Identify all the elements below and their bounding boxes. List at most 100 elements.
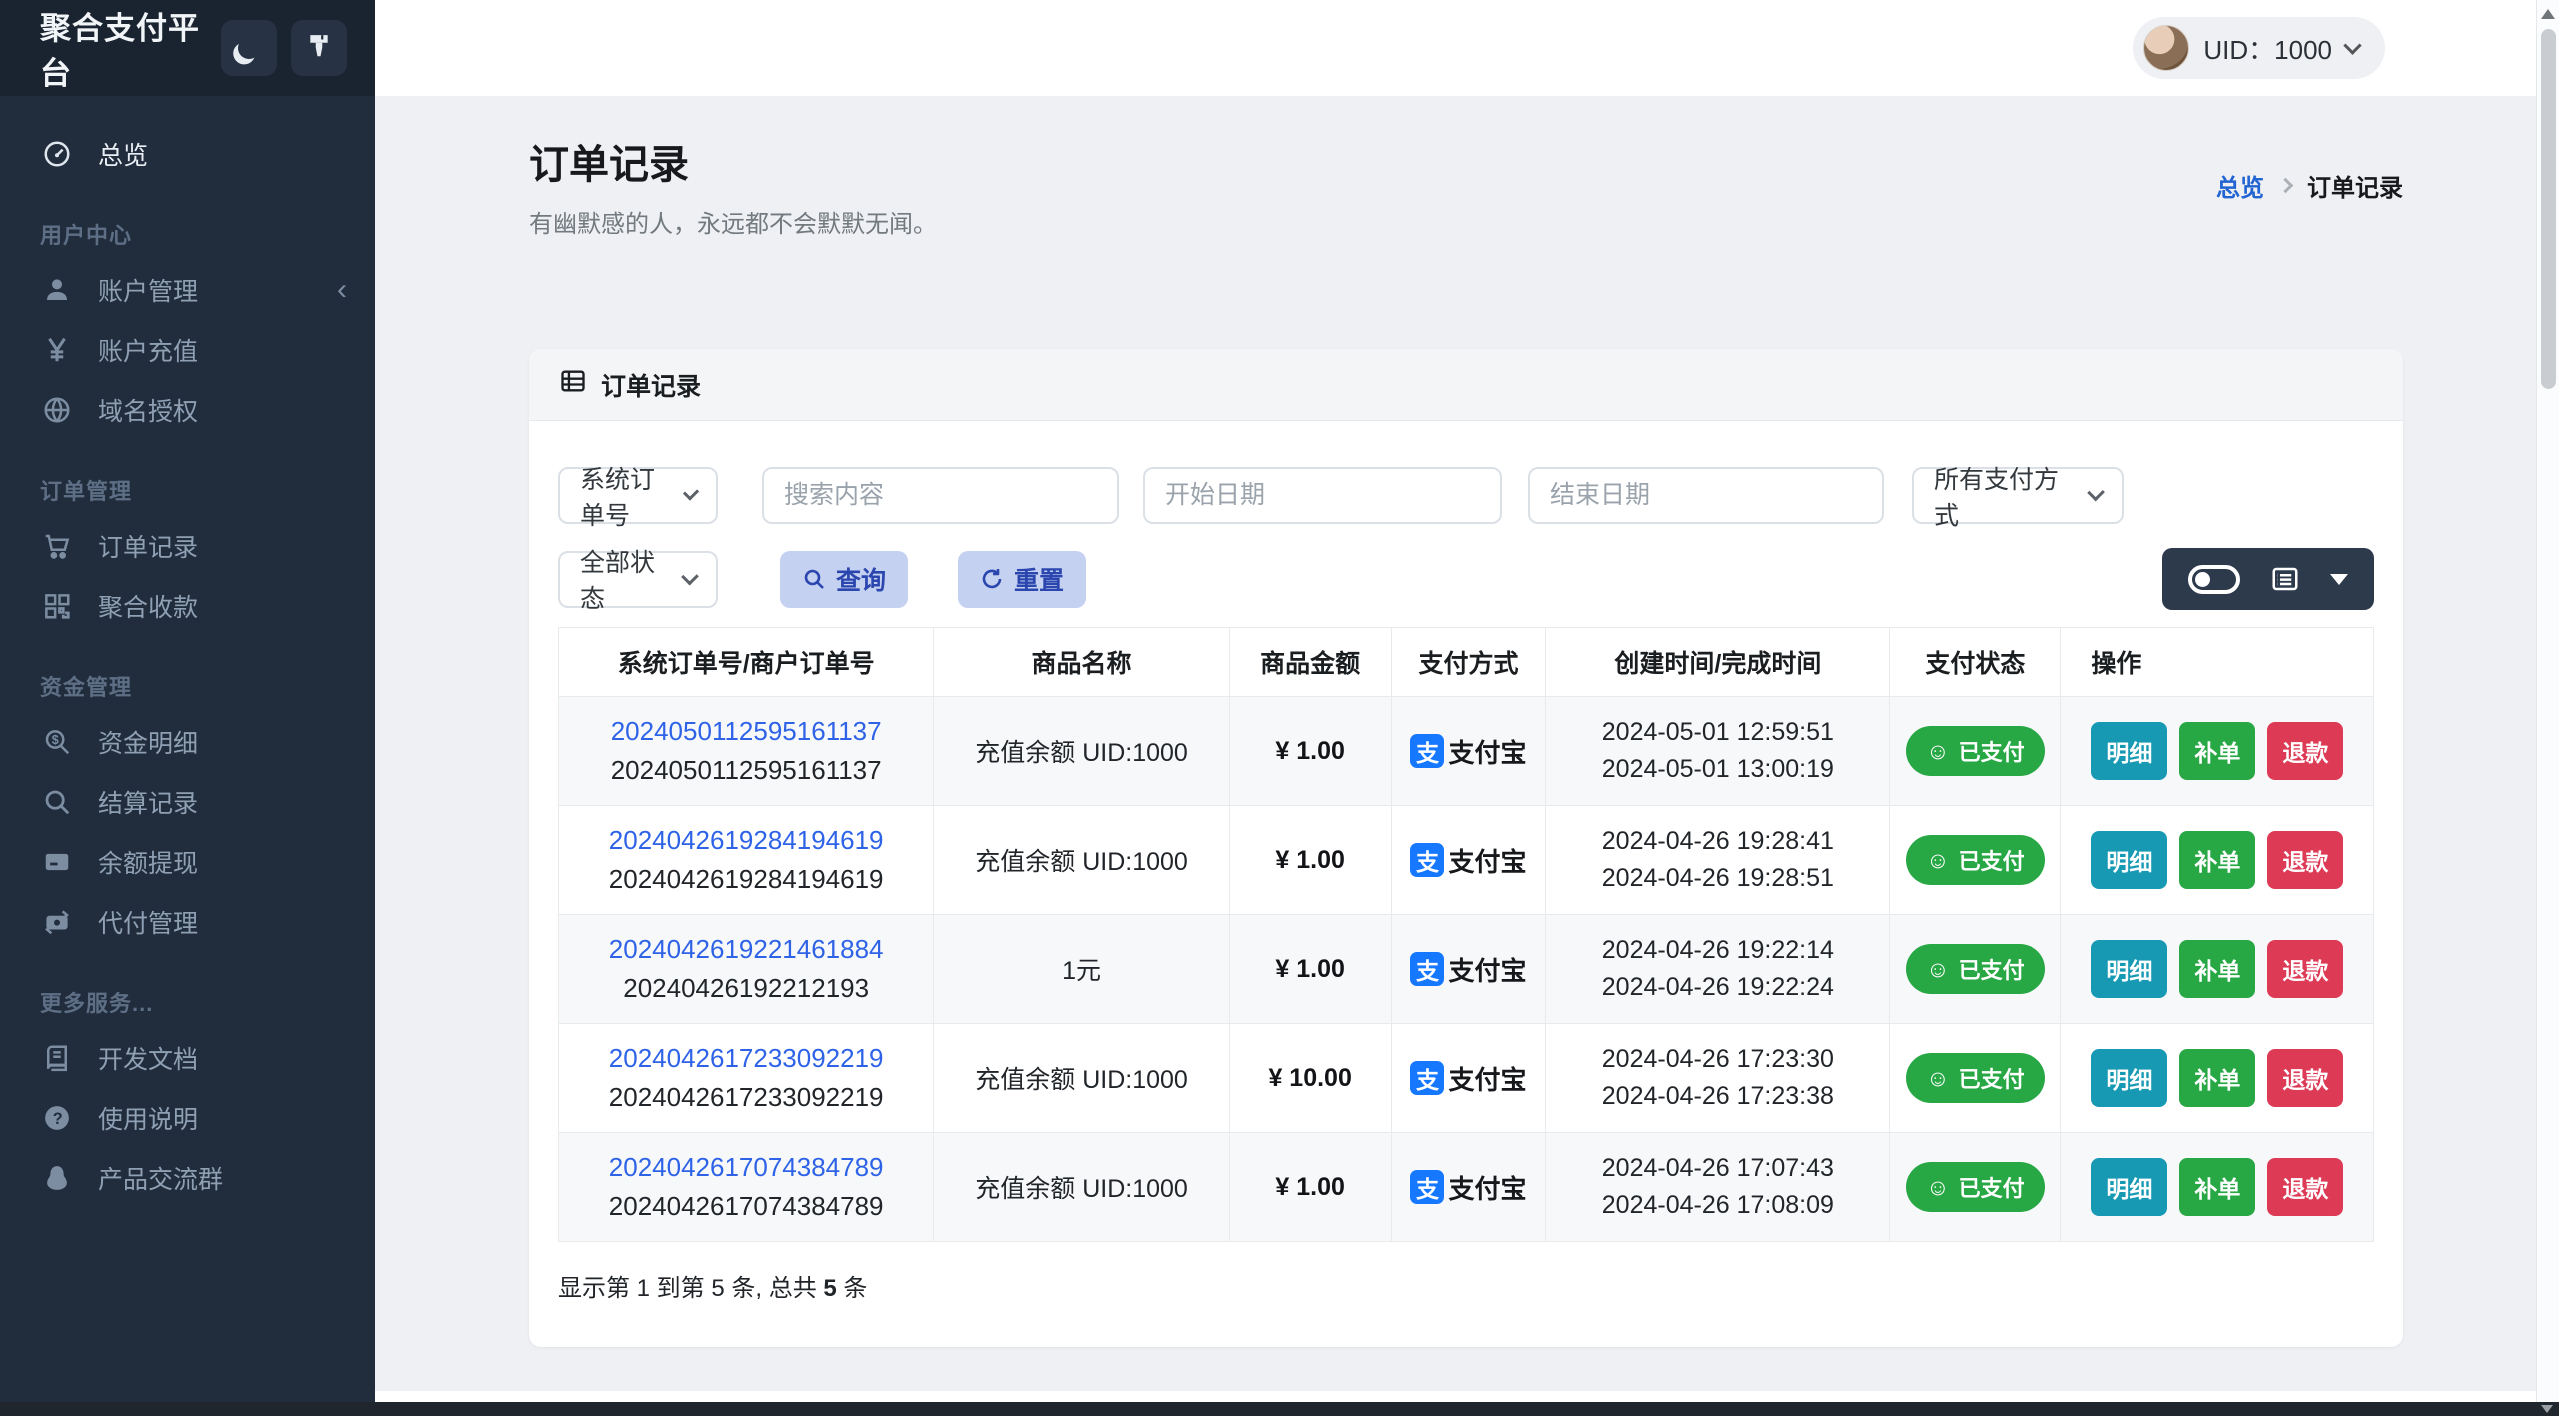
table-row: 2024042617074384789 2024042617074384789 … — [557, 1132, 2374, 1242]
finished-time: 2024-04-26 19:22:24 — [1601, 973, 1834, 1001]
status-badge: ☺ 已支付 — [1906, 835, 2045, 885]
system-order-link[interactable]: 2024050112595161137 — [559, 716, 933, 747]
sidebar-item-账户充值[interactable]: 账户充值 — [0, 320, 375, 380]
action-button-补单[interactable]: 补单 — [2179, 722, 2256, 780]
pay-method-label: 支付宝 — [1448, 955, 1527, 986]
page-subtitle: 有幽默感的人，永远都不会默默无闻。 — [529, 211, 937, 238]
sidebar-item-账户管理[interactable]: 账户管理 ‹ — [0, 260, 375, 320]
action-button-明细[interactable]: 明细 — [2091, 1158, 2168, 1216]
dark-mode-button[interactable] — [221, 20, 277, 76]
user-menu[interactable]: UID：1000 — [2133, 17, 2385, 79]
action-button-补单[interactable]: 补单 — [2179, 940, 2256, 998]
sidebar-nav: 总览 用户中心 账户管理 ‹ 账户充值 域名授权 订单管理 订单记录 聚合收款 资金管理 $ 资金明细… — [0, 96, 375, 1208]
action-button-退款[interactable]: 退款 — [2267, 831, 2344, 889]
caret-down-icon — [2330, 573, 2348, 585]
column-header: 支付状态 — [1889, 627, 2062, 697]
order-records-card: 订单记录 系统订单号 所有支付方式 全部状态 — [529, 349, 2403, 1347]
pay-method-label: 支付宝 — [1448, 1173, 1527, 1204]
action-button-补单[interactable]: 补单 — [2179, 831, 2256, 889]
sidebar-item-结算记录[interactable]: 结算记录 — [0, 772, 375, 832]
system-order-link[interactable]: 2024042619221461884 — [559, 934, 933, 965]
search-icon — [42, 787, 72, 817]
search-icon — [804, 569, 824, 589]
system-order-link[interactable]: 2024042617074384789 — [559, 1152, 933, 1183]
table-row: 2024042619284194619 2024042619284194619 … — [557, 805, 2374, 915]
breadcrumb-current: 订单记录 — [2307, 175, 2403, 202]
sidebar-item-代付管理[interactable]: 代付管理 — [0, 892, 375, 952]
toggle-icon[interactable] — [2188, 564, 2240, 594]
status-label: 已支付 — [1958, 1067, 2025, 1092]
sidebar-item-域名授权[interactable]: 域名授权 — [0, 380, 375, 440]
pay-method-select[interactable]: 所有支付方式 — [1912, 466, 2124, 530]
payout-icon — [42, 907, 72, 937]
action-button-补单[interactable]: 补单 — [2179, 1158, 2256, 1216]
action-button-退款[interactable]: 退款 — [2267, 1049, 2344, 1107]
uid-label: UID：1000 — [2203, 34, 2332, 65]
chevron-down-icon — [681, 567, 699, 586]
chevron-left-icon: ‹ — [337, 273, 347, 306]
sidebar-item-label: 使用说明 — [98, 1106, 199, 1134]
alipay-icon: 支 — [1410, 734, 1445, 768]
sidebar-item-余额提现[interactable]: 余额提现 — [0, 832, 375, 892]
system-order-link[interactable]: 2024042619284194619 — [559, 825, 933, 856]
scrollbar-thumb[interactable] — [2540, 29, 2556, 389]
product-name: 充值余额 UID:1000 — [933, 1132, 1230, 1242]
system-order-link[interactable]: 2024042617233092219 — [559, 1043, 933, 1074]
list-icon[interactable] — [2270, 564, 2300, 594]
theme-brush-button[interactable] — [291, 20, 347, 76]
sidebar-item-产品交流群[interactable]: 产品交流群 — [0, 1148, 375, 1208]
action-button-退款[interactable]: 退款 — [2267, 940, 2344, 998]
horizontal-scrollbar[interactable] — [0, 1402, 2559, 1416]
sidebar-item-开发文档[interactable]: 开发文档 — [0, 1028, 375, 1088]
brand-title: 聚合支付平台 — [40, 11, 200, 91]
sidebar-item-资金明细[interactable]: $ 资金明细 — [0, 712, 375, 772]
end-date-input[interactable] — [1528, 467, 1884, 524]
qr-icon — [42, 591, 72, 621]
alipay-icon: 支 — [1410, 1170, 1445, 1204]
sidebar: 聚合支付平台 总览 用户中心 账户管理 ‹ 账户充值 域名授权 订单管理 订单记录 聚合收款 资金… — [0, 0, 375, 1416]
query-button[interactable]: 查询 — [780, 550, 909, 608]
action-button-明细[interactable]: 明细 — [2091, 831, 2168, 889]
cart-icon — [42, 531, 72, 561]
alipay-icon: 支 — [1410, 1061, 1445, 1095]
chevron-down-icon — [2086, 483, 2105, 502]
fund-search-icon: $ — [42, 727, 72, 757]
actions-cell: 明细 补单 退款 — [2060, 914, 2374, 1024]
sidebar-item-label: 订单记录 — [98, 534, 199, 562]
avatar — [2143, 25, 2190, 71]
action-button-明细[interactable]: 明细 — [2091, 1049, 2168, 1107]
reset-button[interactable]: 重置 — [958, 550, 1087, 608]
start-date-input[interactable] — [1143, 467, 1502, 524]
column-header: 操作 — [2060, 627, 2374, 697]
sidebar-item-订单记录[interactable]: 订单记录 — [0, 516, 375, 576]
sidebar-item-label: 总览 — [98, 142, 149, 170]
action-button-补单[interactable]: 补单 — [2179, 1049, 2256, 1107]
table-view-controls[interactable] — [2162, 548, 2374, 610]
status-badge: ☺ 已支付 — [1906, 1053, 2045, 1103]
merchant-order-no: 2024050112595161137 — [610, 755, 882, 785]
sidebar-item-使用说明[interactable]: ? 使用说明 — [0, 1088, 375, 1148]
sidebar-item-聚合收款[interactable]: 聚合收款 — [0, 576, 375, 636]
svg-text:$: $ — [52, 733, 59, 747]
sidebar-item-总览[interactable]: 总览 — [0, 124, 375, 184]
scroll-down-icon[interactable] — [2541, 1405, 2553, 1413]
action-button-明细[interactable]: 明细 — [2091, 722, 2168, 780]
search-input[interactable] — [762, 467, 1119, 524]
alipay-icon: 支 — [1410, 843, 1445, 877]
scroll-up-icon[interactable] — [2541, 9, 2555, 19]
product-name: 1元 — [933, 914, 1230, 1024]
action-button-明细[interactable]: 明细 — [2091, 940, 2168, 998]
action-button-退款[interactable]: 退款 — [2267, 722, 2344, 780]
order-type-select[interactable]: 系统订单号 — [558, 466, 718, 530]
merchant-order-no: 2024042619284194619 — [608, 864, 884, 894]
status-select[interactable]: 全部状态 — [558, 549, 718, 613]
topbar: UID：1000 — [375, 0, 2559, 96]
status-label: 已支付 — [1958, 740, 2025, 765]
orders-table: 系统订单号/商户订单号 商品名称 商品金额 支付方式 创建时间/完成时间 支付状态 操作 2… — [557, 627, 2374, 1242]
action-button-退款[interactable]: 退款 — [2267, 1158, 2344, 1216]
status-badge: ☺ 已支付 — [1906, 944, 2045, 994]
smiley-icon: ☺ — [1926, 737, 1950, 764]
breadcrumb-home-link[interactable]: 总览 — [2216, 168, 2264, 203]
vertical-scrollbar[interactable] — [2536, 0, 2559, 1402]
sidebar-item-label: 产品交流群 — [98, 1166, 224, 1194]
